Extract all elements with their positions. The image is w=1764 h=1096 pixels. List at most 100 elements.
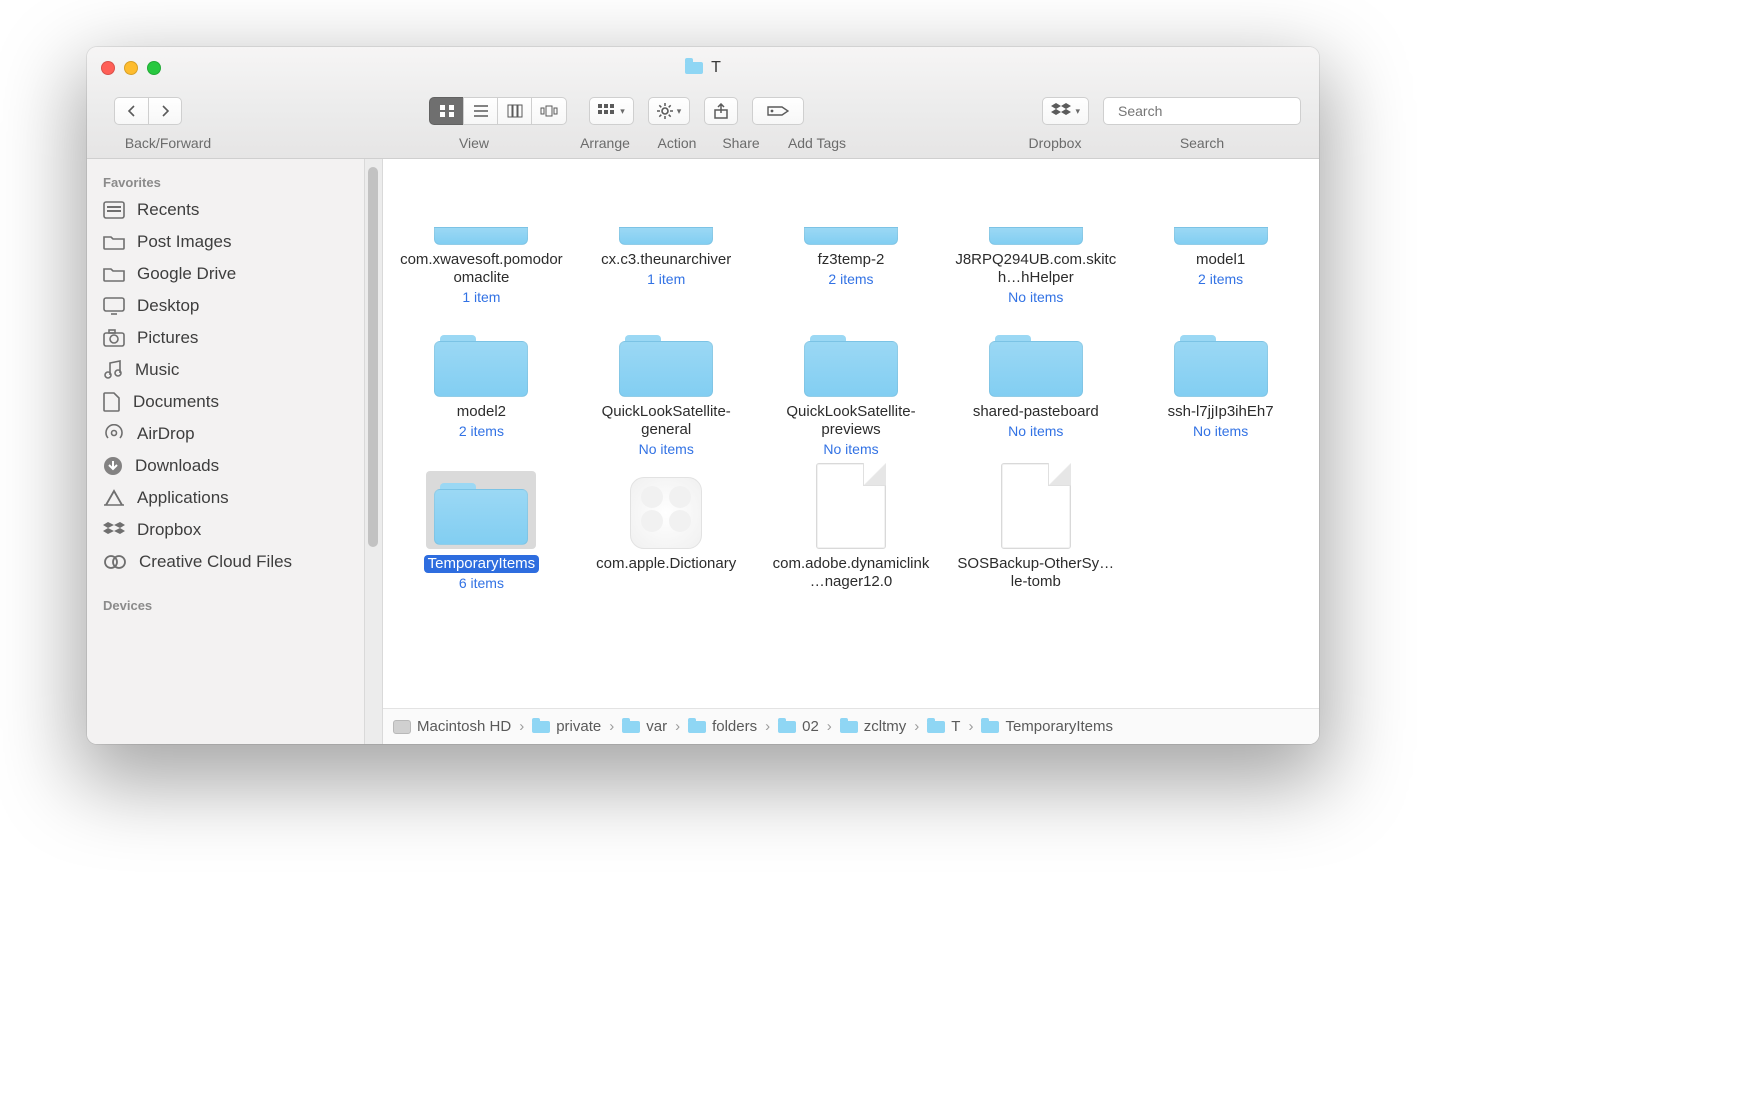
sidebar-item-label: Downloads	[135, 456, 219, 476]
sidebar-item-creative-cloud[interactable]: Creative Cloud Files	[87, 546, 382, 578]
folder-icon	[778, 721, 796, 733]
folder-item[interactable]: cx.c3.theunarchiver 1 item	[574, 163, 759, 315]
path-sep: ›	[517, 718, 526, 735]
folder-item[interactable]: J8RPQ294UB.com.skitch…hHelper No items	[943, 163, 1128, 315]
folder-item[interactable]: QuickLookSatellite-previews No items	[759, 315, 944, 467]
path-crumb[interactable]: zcltmy	[840, 718, 907, 735]
path-label: private	[556, 718, 601, 735]
file-sub: No items	[823, 441, 878, 457]
sidebar-item-dropbox[interactable]: Dropbox	[87, 514, 382, 546]
file-sub: No items	[1193, 423, 1248, 439]
path-sep: ›	[912, 718, 921, 735]
file-item[interactable]: SOSBackup-OtherSy…le-tomb	[943, 467, 1128, 601]
desktop-icon	[103, 297, 125, 315]
scrollbar-thumb[interactable]	[368, 167, 378, 547]
chevron-right-icon	[160, 105, 170, 117]
dropbox-button[interactable]: ▾	[1042, 97, 1089, 125]
file-sub: No items	[1008, 289, 1063, 305]
file-sub: 6 items	[459, 575, 504, 591]
folder-icon	[1174, 183, 1268, 245]
sidebar-item-label: Applications	[137, 488, 229, 508]
empty-cell	[1128, 467, 1313, 601]
path-crumb[interactable]: T	[927, 718, 960, 735]
folder-icon	[434, 183, 528, 245]
sidebar-scrollbar[interactable]	[364, 159, 382, 744]
share-button[interactable]	[704, 97, 738, 125]
folder-icon	[619, 183, 713, 245]
sidebar-item-post-images[interactable]: Post Images	[87, 226, 382, 258]
forward-button[interactable]	[148, 97, 182, 125]
view-list-button[interactable]	[463, 97, 497, 125]
file-name: shared-pasteboard	[973, 403, 1099, 421]
file-grid[interactable]: com.xwavesoft.pomodoromaclite 1 item cx.…	[383, 159, 1319, 708]
sidebar-item-label: Creative Cloud Files	[139, 552, 292, 572]
search-field[interactable]	[1103, 97, 1301, 125]
search-input[interactable]	[1118, 103, 1299, 119]
airdrop-icon	[103, 424, 125, 444]
file-name: QuickLookSatellite-general	[584, 403, 749, 439]
view-icons-button[interactable]	[429, 97, 463, 125]
path-crumb[interactable]: TemporaryItems	[981, 718, 1113, 735]
view-columns-button[interactable]	[497, 97, 531, 125]
nav-back-forward	[114, 97, 182, 125]
back-button[interactable]	[114, 97, 148, 125]
list-icon	[473, 104, 489, 118]
sidebar-item-airdrop[interactable]: AirDrop	[87, 418, 382, 450]
folder-item[interactable]: QuickLookSatellite-general No items	[574, 315, 759, 467]
add-tags-button[interactable]	[752, 97, 804, 125]
file-sub: 2 items	[1198, 271, 1243, 287]
path-crumb[interactable]: Macintosh HD	[393, 718, 511, 735]
folder-item[interactable]: model2 2 items	[389, 315, 574, 467]
sidebar-item-desktop[interactable]: Desktop	[87, 290, 382, 322]
document-icon	[103, 392, 121, 412]
file-name: TemporaryItems	[424, 555, 540, 573]
folder-icon	[1174, 335, 1268, 397]
gear-icon	[657, 103, 673, 119]
window-title-text: T	[711, 59, 721, 77]
action-button[interactable]: ▾	[648, 97, 691, 125]
folder-item[interactable]: com.xwavesoft.pomodoromaclite 1 item	[389, 163, 574, 315]
file-item[interactable]: com.adobe.dynamiclink…nager12.0	[759, 467, 944, 601]
sidebar-item-applications[interactable]: Applications	[87, 482, 382, 514]
sidebar-item-pictures[interactable]: Pictures	[87, 322, 382, 354]
folder-icon	[532, 721, 550, 733]
sidebar-item-recents[interactable]: Recents	[87, 194, 382, 226]
file-name: SOSBackup-OtherSy…le-tomb	[953, 555, 1118, 591]
folder-item[interactable]: ssh-l7jjIp3ihEh7 No items	[1128, 315, 1313, 467]
folder-icon	[434, 335, 528, 397]
path-crumb[interactable]: folders	[688, 718, 757, 735]
file-name: cx.c3.theunarchiver	[601, 251, 731, 269]
view-gallery-button[interactable]	[531, 97, 567, 125]
folder-item[interactable]: fz3temp-2 2 items	[759, 163, 944, 315]
view-label: View	[396, 135, 552, 151]
path-crumb[interactable]: var	[622, 718, 667, 735]
recents-icon	[103, 201, 125, 219]
file-item[interactable]: com.apple.Dictionary	[574, 467, 759, 601]
sidebar-item-google-drive[interactable]: Google Drive	[87, 258, 382, 290]
grid-icon	[439, 104, 455, 118]
path-crumb[interactable]: 02	[778, 718, 819, 735]
folder-item-selected[interactable]: TemporaryItems 6 items	[389, 467, 574, 601]
chevron-down-icon: ▾	[1075, 106, 1080, 117]
sidebar-item-documents[interactable]: Documents	[87, 386, 382, 418]
chevron-left-icon	[127, 105, 137, 117]
sidebar-item-label: Music	[135, 360, 179, 380]
path-sep: ›	[825, 718, 834, 735]
folder-icon	[927, 721, 945, 733]
window-body: Favorites Recents Post Images Google Dri…	[87, 159, 1319, 744]
toolbar: ▾ ▾ ▾	[105, 91, 1301, 131]
folder-item[interactable]: shared-pasteboard No items	[943, 315, 1128, 467]
folder-icon	[989, 183, 1083, 245]
path-crumb[interactable]: private	[532, 718, 601, 735]
gallery-icon	[540, 104, 558, 118]
file-area: com.xwavesoft.pomodoromaclite 1 item cx.…	[383, 159, 1319, 744]
sidebar-item-music[interactable]: Music	[87, 354, 382, 386]
path-label: 02	[802, 718, 819, 735]
sidebar-item-downloads[interactable]: Downloads	[87, 450, 382, 482]
arrange-button[interactable]: ▾	[589, 97, 634, 125]
window-title: T	[87, 59, 1319, 77]
folder-item[interactable]: model1 2 items	[1128, 163, 1313, 315]
music-icon	[103, 360, 123, 380]
camera-icon	[103, 329, 125, 347]
chevron-down-icon: ▾	[677, 106, 682, 117]
